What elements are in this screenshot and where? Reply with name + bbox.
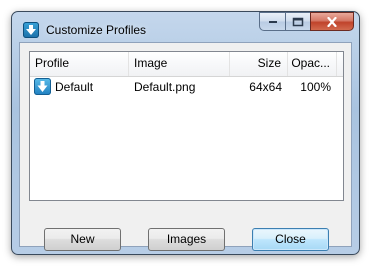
dialog-body: Profile Image Size Opac... Default Defau… xyxy=(19,42,352,251)
profiles-list[interactable]: Profile Image Size Opac... Default Defau… xyxy=(29,51,344,201)
caption-buttons xyxy=(259,12,354,32)
profile-name: Default xyxy=(55,80,94,94)
app-download-arrow-icon xyxy=(23,22,39,38)
image-cell: Default.png xyxy=(134,80,196,94)
size-cell: 64x64 xyxy=(249,80,282,94)
minimize-icon xyxy=(268,20,277,23)
column-header-opacity[interactable]: Opac... xyxy=(288,52,337,76)
column-header-profile[interactable]: Profile xyxy=(30,52,129,76)
profile-cell: Default xyxy=(30,77,129,97)
customize-profiles-window: Customize Profiles Profile Image Size Op… xyxy=(11,11,360,255)
column-header-size[interactable]: Size xyxy=(230,52,288,76)
profile-download-arrow-icon xyxy=(34,78,51,95)
maximize-icon xyxy=(292,17,304,26)
column-header-image[interactable]: Image xyxy=(129,52,230,76)
close-icon xyxy=(327,16,337,27)
close-button[interactable]: Close xyxy=(252,228,329,251)
maximize-button[interactable] xyxy=(285,12,310,31)
minimize-button[interactable] xyxy=(259,12,285,31)
window-title: Customize Profiles xyxy=(46,23,147,37)
close-window-button[interactable] xyxy=(310,12,354,31)
title-bar[interactable]: Customize Profiles xyxy=(12,12,359,42)
list-header: Profile Image Size Opac... xyxy=(30,52,343,77)
images-button[interactable]: Images xyxy=(148,228,225,251)
list-item[interactable]: Default Default.png 64x64 100% xyxy=(30,77,343,97)
opacity-cell: 100% xyxy=(300,80,331,94)
new-button[interactable]: New xyxy=(44,228,121,251)
